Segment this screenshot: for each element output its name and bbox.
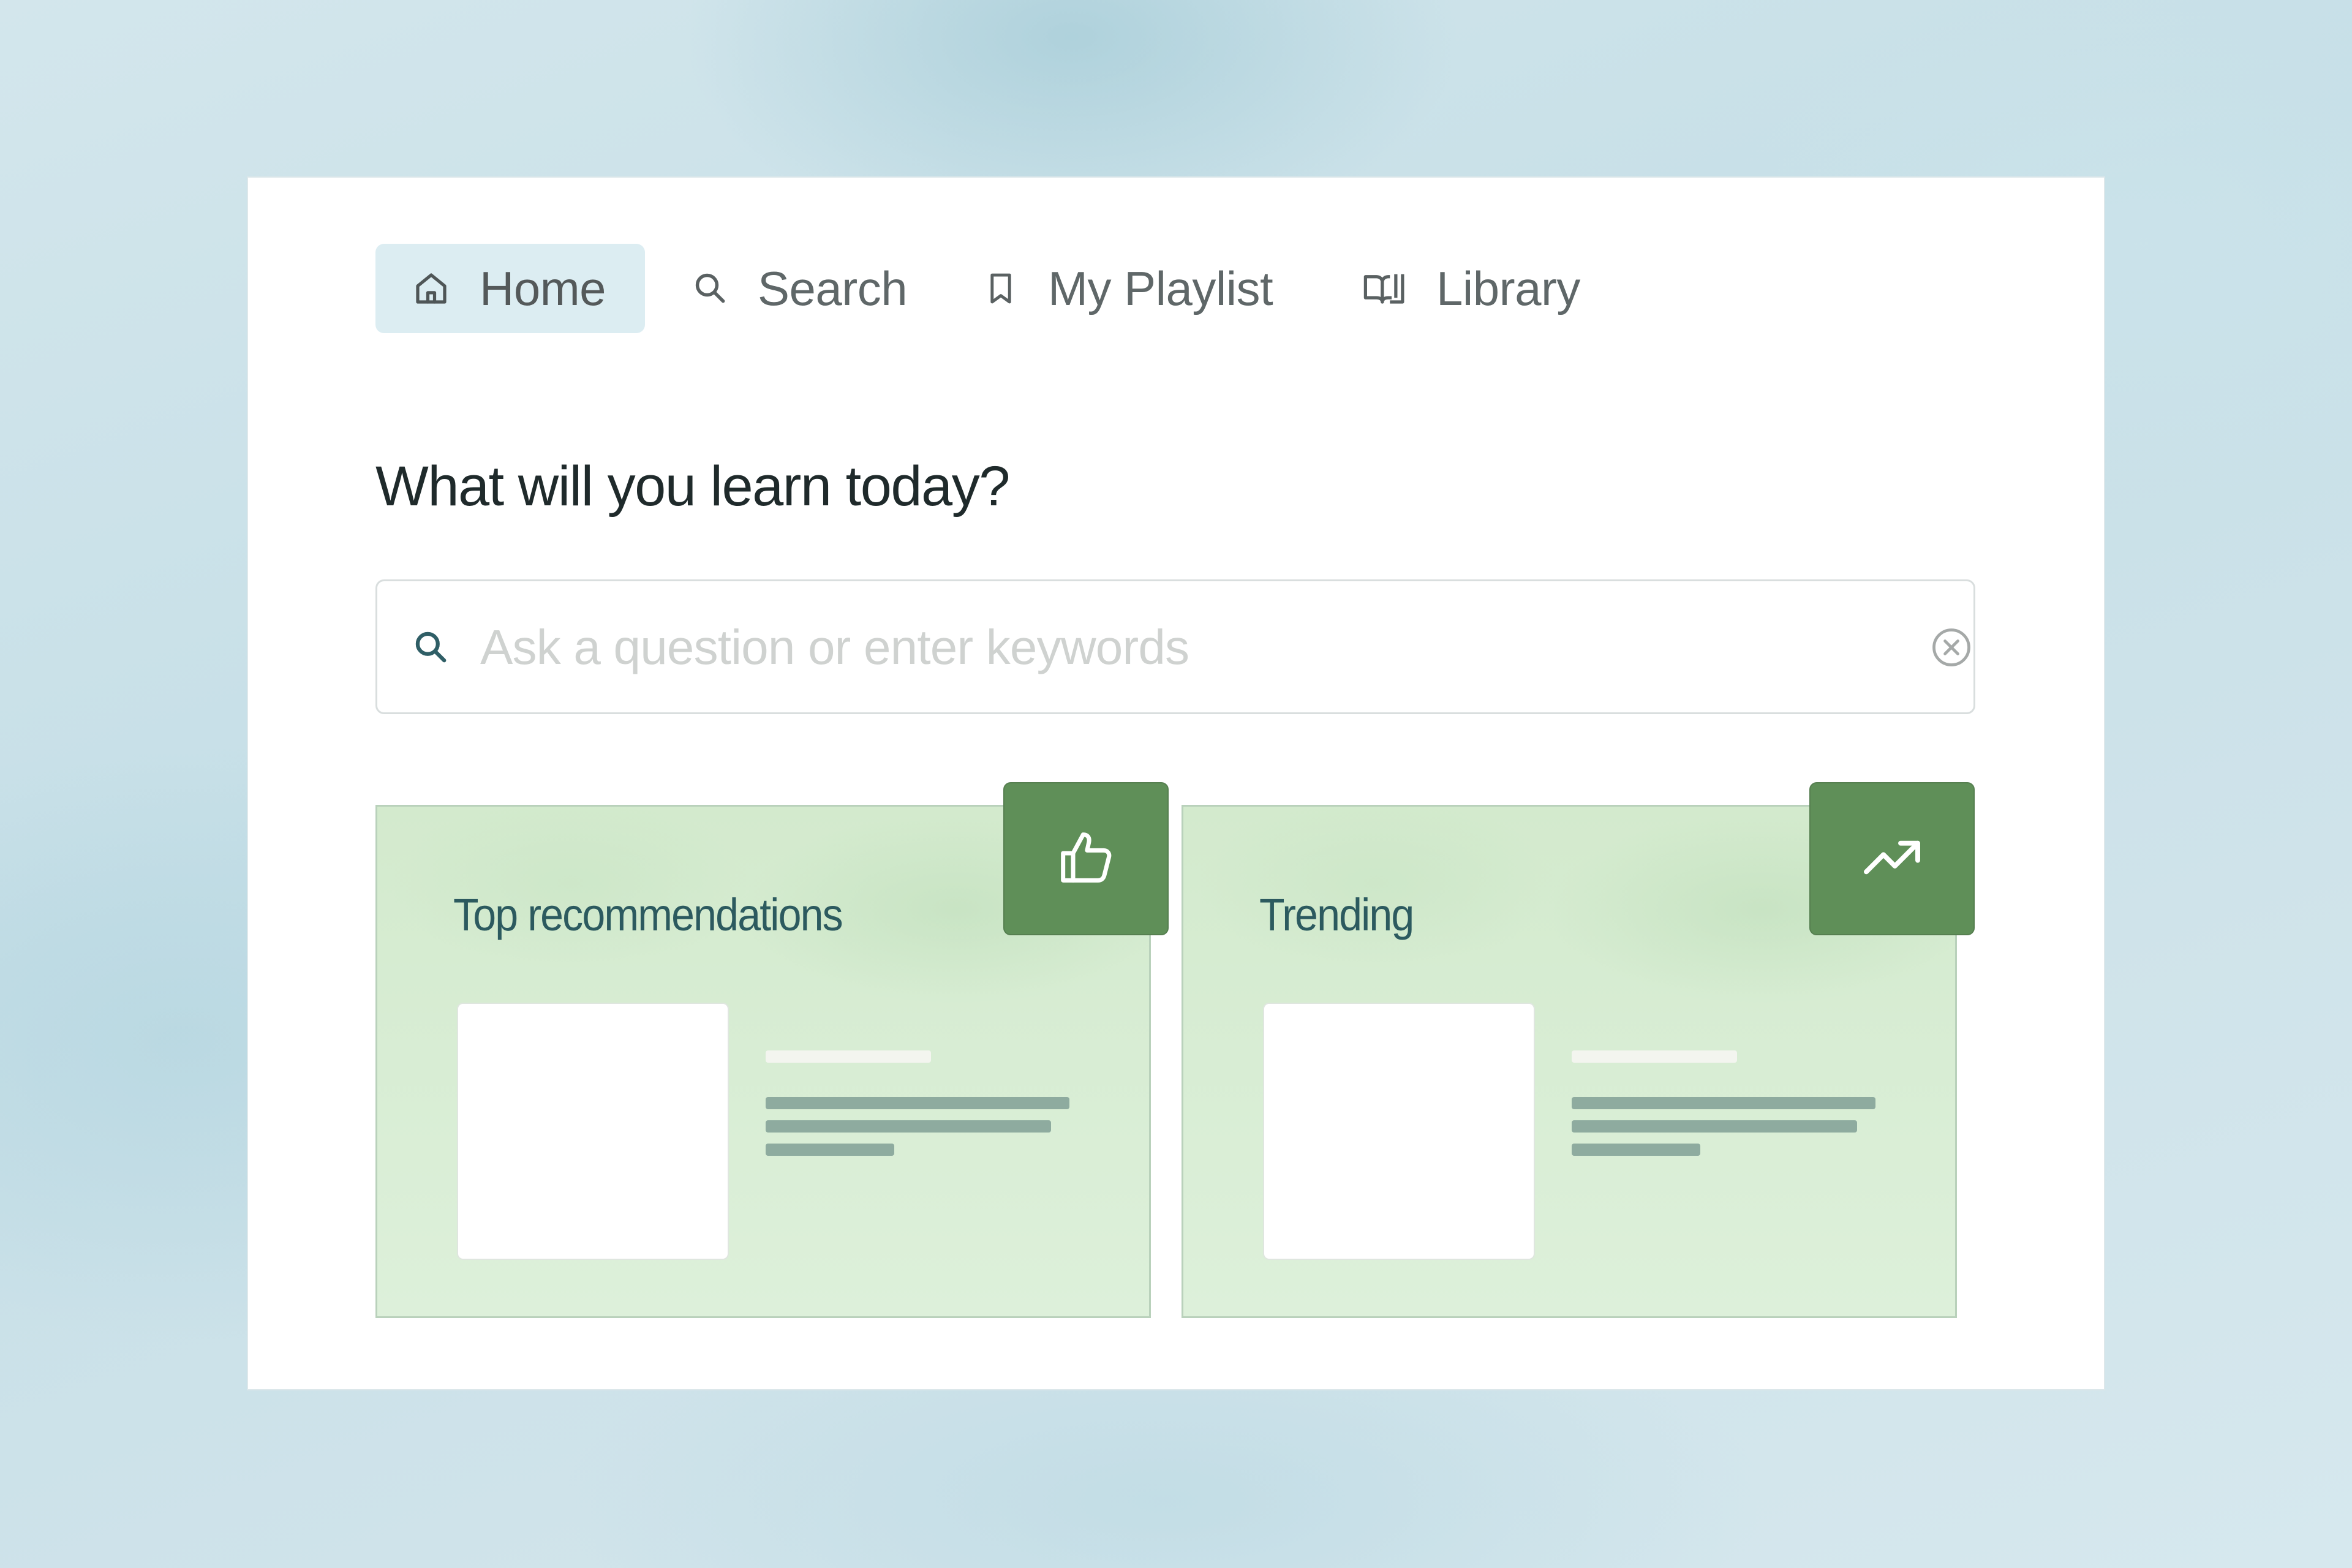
nav-library[interactable]: Library [1360, 244, 1580, 333]
nav-home-label: Home [480, 261, 606, 315]
placeholder-line [1572, 1120, 1857, 1133]
card-badge[interactable] [1003, 782, 1169, 935]
search-input[interactable] [480, 606, 1852, 689]
card-badge[interactable] [1809, 782, 1975, 935]
placeholder-line [766, 1144, 894, 1156]
nav-search[interactable]: Search [690, 244, 908, 333]
trending-up-icon [1855, 823, 1929, 895]
placeholder-line [1572, 1050, 1737, 1063]
card-thumbnail [1263, 1003, 1535, 1260]
nav-my-playlist-label: My Playlist [1048, 261, 1273, 315]
nav-my-playlist[interactable]: My Playlist [982, 244, 1273, 333]
card-trending[interactable]: Trending [1182, 782, 1975, 1318]
page-heading: What will you learn today? [375, 455, 1010, 518]
search-icon [410, 627, 452, 671]
card-title: Top recommendations [453, 889, 843, 940]
bookmark-icon [982, 268, 1020, 309]
nav-search-label: Search [758, 261, 908, 315]
nav-home[interactable]: Home [375, 244, 645, 333]
main-panel: Home Search My Playlist Library What wil… [247, 176, 2105, 1390]
placeholder-line [766, 1050, 931, 1063]
search-bar [375, 579, 1975, 714]
card-title: Trending [1259, 889, 1414, 940]
placeholder-line [766, 1097, 1069, 1109]
search-icon [690, 268, 731, 309]
placeholder-line [1572, 1097, 1875, 1109]
placeholder-line [766, 1120, 1051, 1133]
nav-library-label: Library [1436, 261, 1580, 315]
clear-search-icon[interactable] [1928, 624, 1975, 674]
thumbs-up-icon [1052, 823, 1120, 895]
library-book-icon [1360, 268, 1409, 309]
placeholder-line [1572, 1144, 1700, 1156]
card-top-recommendations[interactable]: Top recommendations [375, 782, 1169, 1318]
card-thumbnail [457, 1003, 729, 1260]
home-icon [411, 268, 451, 309]
